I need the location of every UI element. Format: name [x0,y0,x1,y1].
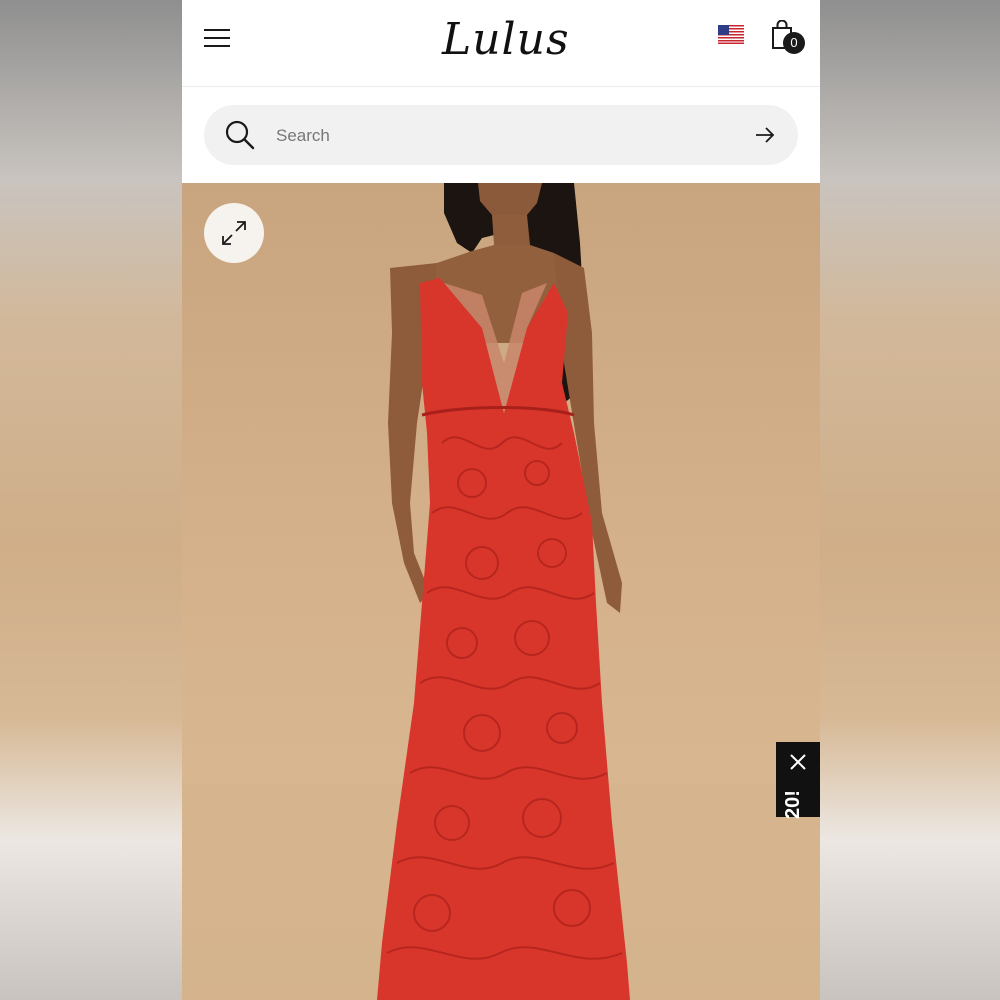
site-header: Lulus 0 [182,0,820,87]
promo-tab-label[interactable]: 20! [782,787,820,819]
blurred-backdrop-right [820,0,1000,1000]
expand-image-button[interactable] [204,203,264,263]
search-input[interactable] [274,115,738,157]
cart-count-badge: 0 [783,32,805,54]
close-icon[interactable] [788,752,808,772]
blurred-backdrop-left [0,0,182,1000]
expand-icon [222,221,246,245]
us-flag-icon[interactable] [718,25,744,44]
search-bar [182,87,820,183]
promo-tab[interactable]: 20! [776,742,820,819]
dress-model-photo [182,183,820,1000]
mobile-screen: Lulus 0 Search 20! [182,0,820,1000]
hamburger-menu-icon[interactable] [204,26,232,50]
lulus-logo[interactable]: Lulus [442,10,569,70]
product-image[interactable] [182,183,820,1000]
search-field-container[interactable] [204,105,798,165]
shopping-bag-button[interactable]: 0 [770,20,808,58]
arrow-right-icon[interactable] [754,125,776,145]
search-icon [225,120,255,150]
